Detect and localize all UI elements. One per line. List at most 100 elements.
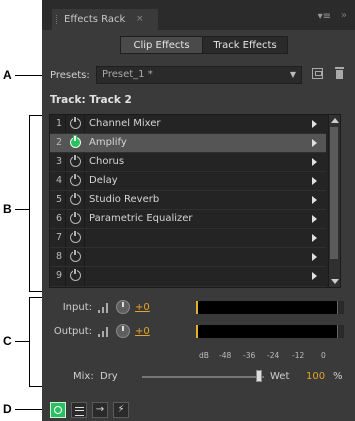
mix-label: Mix: — [73, 371, 94, 382]
mix-unit: % — [333, 371, 343, 382]
effects-rack-panel: Effects Rack × ▾≡ » Clip Effects Track E… — [42, 0, 355, 421]
callout-c: C — [3, 334, 12, 348]
output-gain-value[interactable]: +0 — [135, 326, 150, 337]
rack-scrollbar[interactable] — [328, 115, 340, 287]
rack-slot-5[interactable]: 5 Studio Reverb — [50, 191, 326, 210]
power-icon[interactable] — [70, 155, 81, 167]
effect-name: Studio Reverb — [89, 194, 160, 205]
play-arrow-icon[interactable] — [312, 158, 317, 166]
grip-icon[interactable] — [56, 15, 59, 24]
power-icon[interactable] — [70, 250, 81, 262]
input-level-meter — [196, 301, 344, 314]
rack-slot-2[interactable]: 2 Amplify — [50, 134, 326, 153]
save-preset-icon[interactable] — [312, 68, 323, 79]
power-icon — [54, 406, 62, 414]
volume-icon — [98, 327, 110, 337]
mix-slider-thumb[interactable] — [256, 370, 262, 382]
output-gain-knob[interactable] — [116, 324, 130, 338]
rack-slot-8[interactable]: 8 — [50, 248, 326, 267]
callout-a: A — [3, 68, 12, 82]
rack-slot-6[interactable]: 6 Parametric Equalizer — [50, 210, 326, 229]
play-arrow-icon[interactable] — [312, 120, 317, 128]
power-icon[interactable] — [70, 231, 81, 243]
rack-slot-9[interactable]: 9 — [50, 267, 326, 287]
list-icon — [75, 407, 84, 416]
output-level-meter — [196, 325, 344, 338]
panel-expand-icon[interactable]: » — [341, 10, 347, 21]
track-title: Track: Track 2 — [50, 94, 132, 106]
meter-scale-db: dB — [199, 351, 209, 360]
tab-title: Effects Rack — [64, 14, 126, 25]
chevron-down-icon: ▼ — [289, 70, 296, 79]
mix-slider-track[interactable] — [142, 376, 264, 378]
slot-number: 9 — [55, 270, 63, 281]
power-icon[interactable] — [70, 117, 81, 129]
power-icon[interactable] — [70, 269, 81, 281]
slot-number: 4 — [55, 175, 63, 186]
effects-rack-list: 1 Channel Mixer 2 Amplify 3 Chorus 4 Del… — [49, 114, 341, 288]
rack-slot-7[interactable]: 7 — [50, 229, 326, 248]
effect-name: Delay — [89, 175, 118, 186]
callout-b: B — [3, 202, 12, 216]
play-arrow-icon[interactable] — [312, 234, 317, 242]
play-arrow-icon[interactable] — [312, 139, 317, 147]
effects-list-button[interactable] — [71, 402, 87, 418]
scroll-up-icon[interactable] — [331, 118, 339, 123]
slot-number: 5 — [55, 194, 63, 205]
slot-number: 1 — [55, 118, 63, 129]
panel-tab-bar: Effects Rack × ▾≡ » — [42, 0, 355, 30]
tab-effects-rack[interactable]: Effects Rack × — [52, 9, 158, 30]
meter-scale-tick: -12 — [292, 351, 305, 360]
callout-c-leader — [15, 341, 29, 342]
slot-number: 6 — [55, 213, 63, 224]
rack-slot-4[interactable]: 4 Delay — [50, 172, 326, 191]
insert-icon: → — [95, 404, 105, 415]
play-arrow-icon[interactable] — [312, 177, 317, 185]
play-arrow-icon[interactable] — [312, 196, 317, 204]
lightning-icon: ⚡ — [117, 404, 125, 415]
power-icon[interactable] — [70, 174, 81, 186]
meter-scale-tick: 0 — [321, 351, 326, 360]
master-power-button[interactable] — [50, 402, 66, 418]
power-icon[interactable] — [70, 212, 81, 224]
power-icon[interactable] — [70, 193, 81, 205]
play-arrow-icon[interactable] — [312, 272, 317, 280]
slot-number: 2 — [55, 137, 63, 148]
slot-number: 7 — [55, 232, 63, 243]
presets-label: Presets: — [50, 70, 90, 81]
effect-name: Amplify — [89, 137, 127, 148]
play-arrow-icon[interactable] — [312, 253, 317, 261]
effect-name: Channel Mixer — [89, 118, 161, 129]
callout-b-leader — [15, 209, 29, 210]
input-gain-knob[interactable] — [116, 300, 130, 314]
insert-effect-button[interactable]: → — [92, 402, 108, 418]
meter-scale-tick: -24 — [267, 351, 280, 360]
power-icon[interactable] — [70, 136, 81, 148]
track-effects-button[interactable]: Track Effects — [202, 36, 288, 54]
mix-dry-label: Dry — [100, 371, 118, 382]
apply-effect-button[interactable]: ⚡ — [113, 402, 129, 418]
effect-name: Parametric Equalizer — [89, 213, 193, 224]
mix-value[interactable]: 100 — [306, 371, 325, 382]
bottom-toolbar — [42, 396, 355, 421]
output-label: Output: — [53, 326, 92, 337]
callout-d: D — [3, 402, 12, 416]
scroll-down-icon[interactable] — [331, 279, 339, 284]
play-arrow-icon[interactable] — [312, 215, 317, 223]
panel-menu-icon[interactable]: ▾≡ — [318, 11, 331, 22]
presets-value: Preset_1 * — [102, 69, 153, 80]
slot-number: 8 — [55, 251, 63, 262]
rack-slot-1[interactable]: 1 Channel Mixer — [50, 115, 326, 134]
meter-scale-tick: -48 — [219, 351, 232, 360]
mix-wet-label: Wet — [270, 371, 290, 382]
presets-dropdown[interactable]: Preset_1 * ▼ — [96, 66, 302, 84]
input-label: Input: — [62, 302, 92, 313]
clip-effects-button[interactable]: Clip Effects — [120, 36, 203, 54]
input-gain-value[interactable]: +0 — [135, 302, 150, 313]
scroll-thumb[interactable] — [330, 127, 338, 259]
effect-name: Chorus — [89, 156, 125, 167]
tab-close-icon[interactable]: × — [136, 9, 144, 30]
volume-icon — [98, 303, 110, 313]
rack-slot-3[interactable]: 3 Chorus — [50, 153, 326, 172]
trash-icon[interactable] — [335, 67, 344, 79]
